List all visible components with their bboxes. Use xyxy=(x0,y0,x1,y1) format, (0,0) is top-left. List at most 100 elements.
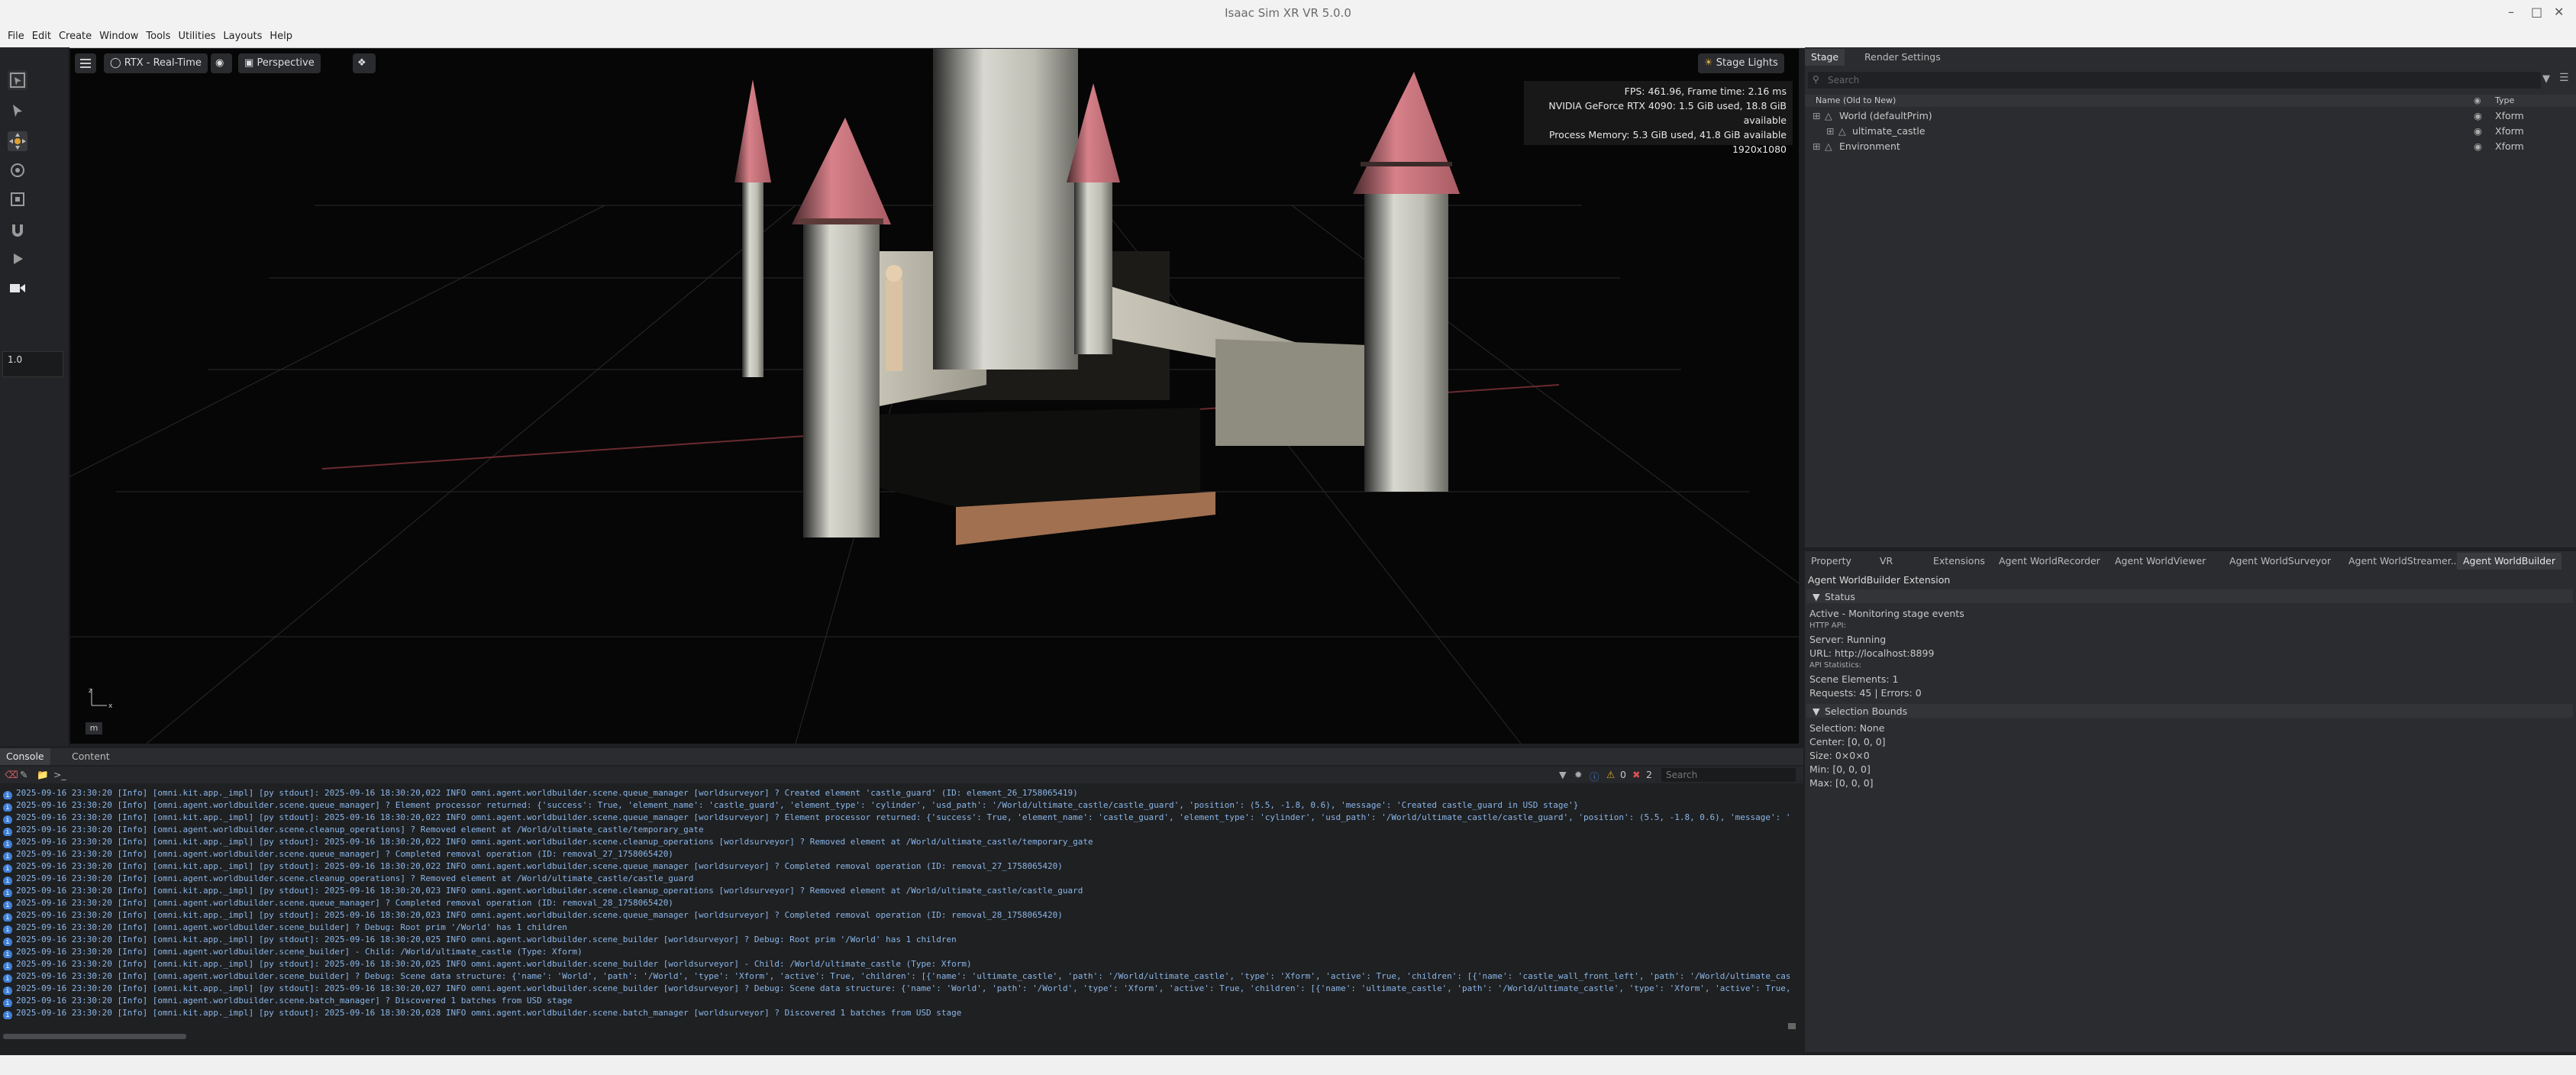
log-line: i 2025-09-16 23:30:20 [Info] [omni.agent.… xyxy=(3,971,1790,983)
speed-field[interactable]: 1.0 xyxy=(2,351,63,377)
folder-icon[interactable]: 📁 xyxy=(37,769,49,781)
close-icon[interactable]: ✕ xyxy=(2554,5,2564,19)
tab-console[interactable]: Console xyxy=(0,748,50,765)
audio-icon[interactable]: ❖ xyxy=(353,53,376,73)
render-mode-button[interactable]: ◯ RTX - Real-Time xyxy=(104,53,208,73)
castle-guard xyxy=(886,279,902,371)
select-mode-icon[interactable] xyxy=(8,70,27,90)
expand-icon[interactable]: ⊞ xyxy=(1813,110,1820,121)
tab-worldstreamer[interactable]: Agent WorldStreamer... xyxy=(2342,553,2466,570)
menu-window[interactable]: Window xyxy=(99,26,138,47)
info-icon: i xyxy=(3,828,12,836)
column-name[interactable]: Name (Old to New) xyxy=(1816,95,1896,105)
units-label[interactable]: m xyxy=(86,722,102,734)
visibility-icon[interactable]: ◉ xyxy=(2474,140,2482,152)
menu-file[interactable]: File xyxy=(8,26,24,47)
select-icon[interactable] xyxy=(8,101,27,121)
viewport[interactable]: ◯ RTX - Real-Time ◉ ▣ Perspective ❖ ☀ St… xyxy=(70,49,1799,744)
menu-utilities[interactable]: Utilities xyxy=(178,26,215,47)
tower-front-left-cone xyxy=(792,118,891,224)
bounds-section-header[interactable]: ▼ Selection Bounds xyxy=(1806,704,2573,718)
log-line: i 2025-09-16 23:30:20 [Info] [omni.kit.ap… xyxy=(3,861,1790,873)
menu-create[interactable]: Create xyxy=(59,26,92,47)
vertical-scrollbar[interactable] xyxy=(1788,1023,1796,1029)
info-icon: i xyxy=(3,974,12,983)
maximize-icon[interactable]: □ xyxy=(2531,5,2542,19)
expand-icon[interactable]: ⊞ xyxy=(1826,125,1834,137)
tab-extensions[interactable]: Extensions xyxy=(1927,553,1991,570)
menu-icon[interactable]: ☰ xyxy=(2559,72,2569,84)
filter-icon[interactable]: ▼ xyxy=(2542,73,2550,85)
tree-item-type: Xform xyxy=(2495,125,2524,137)
tab-content[interactable]: Content xyxy=(66,748,116,765)
expand-icon[interactable]: ⊞ xyxy=(1813,140,1820,152)
verbose-icon[interactable]: ✹ xyxy=(1574,769,1582,780)
log-text: 2025-09-16 23:30:20 [Info] [omni.agent.w… xyxy=(16,849,673,859)
tower-front-right xyxy=(1364,186,1448,492)
visibility-icon[interactable]: ◉ xyxy=(2474,125,2482,137)
tab-vr[interactable]: VR xyxy=(1874,553,1899,570)
tree-row[interactable]: ⊞ △ Environment ◉ Xform xyxy=(1805,139,2576,154)
tree-item-environment: Environment xyxy=(1839,140,1900,152)
camera-label: Perspective xyxy=(257,57,315,69)
info-icon: i xyxy=(3,840,12,848)
info-icon[interactable]: ⓘ xyxy=(1590,769,1600,783)
tab-worldrecorder[interactable]: Agent WorldRecorder xyxy=(1993,553,2106,570)
status-section-header[interactable]: ▼ Status xyxy=(1806,589,2573,603)
play-icon[interactable] xyxy=(8,249,27,269)
tower-far-left xyxy=(742,179,763,377)
menu-layouts[interactable]: Layouts xyxy=(223,26,262,47)
tab-worldsurveyor[interactable]: Agent WorldSurveyor xyxy=(2223,553,2337,570)
log-text: 2025-09-16 23:30:20 [Info] [omni.kit.app… xyxy=(16,1008,962,1018)
warning-icon[interactable]: ⚠ xyxy=(1606,769,1615,780)
tab-stage[interactable]: Stage xyxy=(1805,49,1845,66)
tab-worldbuilder[interactable]: Agent WorldBuilder xyxy=(2457,553,2562,570)
error-icon[interactable]: ✖ xyxy=(1632,769,1640,780)
column-type[interactable]: Type xyxy=(2495,95,2514,105)
camera-button[interactable]: ▣ Perspective xyxy=(238,53,321,73)
stage-search-input[interactable]: ⚲ Search xyxy=(1808,72,2541,89)
tree-item-world: World (defaultPrim) xyxy=(1839,110,1932,121)
error-count: 2 xyxy=(1646,769,1652,780)
filter-icon[interactable]: ▼ xyxy=(1559,769,1567,780)
stats-gpu: NVIDIA GeForce RTX 4090: 1.5 GiB used, 1… xyxy=(1548,100,1787,126)
tree-row[interactable]: ⊞ △ World (defaultPrim) ◉ Xform xyxy=(1805,108,2576,124)
log-text: 2025-09-16 23:30:20 [Info] [omni.kit.app… xyxy=(16,935,957,944)
rotate-icon[interactable] xyxy=(8,160,27,180)
menu-edit[interactable]: Edit xyxy=(32,26,51,47)
tree-row[interactable]: ⊞ △ ultimate_castle ◉ Xform xyxy=(1805,124,2576,139)
clear-icon[interactable]: ⌫ xyxy=(5,769,18,780)
extension-title: Agent WorldBuilder Extension xyxy=(1808,574,1951,586)
camera-icon[interactable] xyxy=(8,278,27,298)
tab-property[interactable]: Property xyxy=(1805,553,1858,570)
tab-render-settings[interactable]: Render Settings xyxy=(1858,49,1947,66)
horizontal-scrollbar[interactable] xyxy=(3,1034,186,1039)
eye-icon[interactable]: ◉ xyxy=(211,53,232,73)
move-icon[interactable] xyxy=(8,131,27,151)
log-line: i 2025-09-16 23:30:20 [Info] [omni.kit.ap… xyxy=(3,812,1790,824)
tree-item-type: Xform xyxy=(2495,140,2524,152)
visibility-icon[interactable]: ◉ xyxy=(2474,110,2482,121)
bounds-line: Selection: None xyxy=(1809,722,1885,734)
log-text: 2025-09-16 23:30:20 [Info] [omni.kit.app… xyxy=(16,788,1078,798)
edit-icon[interactable]: ✎ xyxy=(20,769,27,780)
scale-icon[interactable] xyxy=(8,189,27,209)
snap-icon[interactable] xyxy=(8,220,27,240)
status-line: URL: http://localhost:8899 xyxy=(1809,647,1935,659)
log-text: 2025-09-16 23:30:20 [Info] [omni.agent.w… xyxy=(16,800,1579,810)
status-line: HTTP API: xyxy=(1809,621,1846,630)
command-icon[interactable]: >_ xyxy=(53,769,66,780)
menu-tools[interactable]: Tools xyxy=(146,26,170,47)
console-search-input[interactable]: Search xyxy=(1661,768,1796,782)
tab-worldviewer[interactable]: Agent WorldViewer xyxy=(2109,553,2212,570)
minimize-icon[interactable]: – xyxy=(2508,5,2514,19)
info-icon: i xyxy=(3,889,12,897)
log-text: 2025-09-16 23:30:20 [Info] [omni.kit.app… xyxy=(16,812,1790,822)
info-icon: i xyxy=(3,925,12,934)
menu-help[interactable]: Help xyxy=(270,26,292,47)
render-mode-label: RTX - Real-Time xyxy=(124,57,202,69)
bounds-line: Size: 0×0×0 xyxy=(1809,750,1870,761)
info-icon: i xyxy=(3,876,12,885)
stage-lights-button[interactable]: ☀ Stage Lights xyxy=(1698,53,1784,73)
settings-icon[interactable] xyxy=(75,53,96,73)
